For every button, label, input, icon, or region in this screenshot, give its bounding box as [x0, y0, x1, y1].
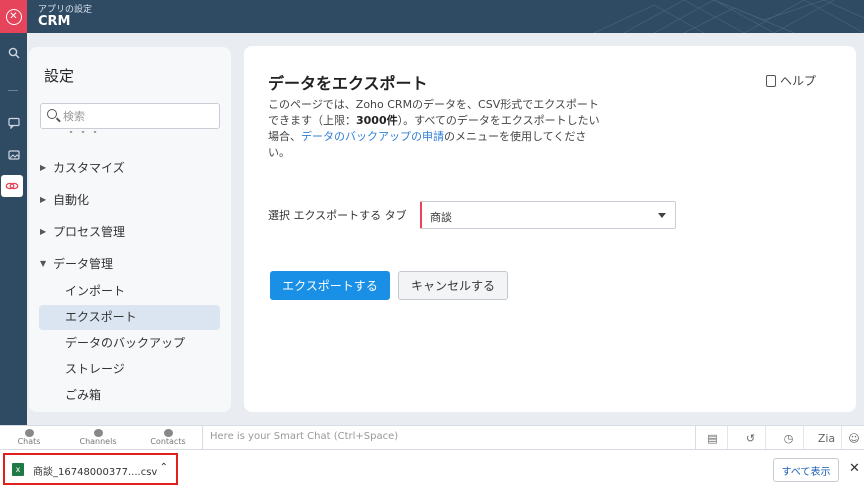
- smart-chat-input[interactable]: Here is your Smart Chat (Ctrl+Space): [202, 426, 696, 450]
- notes-icon[interactable]: ▤: [698, 426, 728, 450]
- channels-icon: [93, 429, 103, 437]
- sidebar-item-label: カスタマイズ: [53, 161, 125, 175]
- sidebar-subitem-import[interactable]: インポート: [39, 279, 220, 304]
- tab-select-value: 商談: [430, 211, 452, 224]
- sidebar-item-label: 自動化: [53, 193, 90, 207]
- export-panel: データをエクスポート ヘルプ このページでは、Zoho CRMのデータを、CSV…: [244, 46, 856, 412]
- show-all-downloads-button[interactable]: すべて表示: [773, 458, 839, 482]
- settings-search[interactable]: [40, 103, 220, 129]
- scrolled-item-fragment: ・・・: [65, 131, 105, 135]
- caret-right-icon: ▶: [40, 195, 47, 204]
- rail-divider: [8, 90, 18, 91]
- sidebar-item-label: データ管理: [53, 257, 114, 271]
- download-filename: 商談_16748000377....csv: [33, 467, 158, 478]
- chevron-down-icon: [658, 213, 666, 218]
- alarm-icon[interactable]: ◷: [774, 426, 804, 450]
- sidebar-item-label: プロセス管理: [53, 225, 126, 239]
- sidebar-item-data-management[interactable]: ▼ データ管理: [40, 255, 113, 272]
- chats-label: Chats: [17, 437, 41, 446]
- sidebar-subitem-storage[interactable]: ストレージ: [39, 357, 220, 382]
- sidebar-item-automation[interactable]: ▶ 自動化: [40, 191, 89, 208]
- sidebar-subitem-backup[interactable]: データのバックアップ: [39, 331, 220, 356]
- settings-search-input[interactable]: [63, 107, 213, 125]
- search-icon[interactable]: [0, 42, 27, 64]
- chats-icon: [24, 429, 34, 437]
- download-bar: x 商談_16748000377....csv ⌃ すべて表示 ✕: [0, 449, 864, 486]
- search-icon: [47, 109, 57, 119]
- link-icon[interactable]: [1, 175, 23, 197]
- export-button[interactable]: エクスポートする: [270, 271, 390, 300]
- settings-heading: 設定: [44, 67, 75, 85]
- download-item[interactable]: x 商談_16748000377....csv ⌃: [3, 453, 178, 485]
- chats-tab[interactable]: Chats: [14, 426, 44, 450]
- sidebar-item-process[interactable]: ▶ プロセス管理: [40, 223, 125, 240]
- backup-request-link[interactable]: データのバックアップの申請: [301, 130, 444, 143]
- help-doc-icon: [765, 74, 776, 87]
- page-title: データをエクスポート: [268, 74, 428, 93]
- chat-icon[interactable]: [0, 112, 27, 134]
- caret-right-icon: ▶: [40, 163, 47, 172]
- export-limit: 3000件: [356, 114, 398, 127]
- chevron-up-icon[interactable]: ⌃: [160, 462, 168, 473]
- zia-icon[interactable]: Zia: [812, 426, 842, 450]
- cancel-button[interactable]: キャンセルする: [398, 271, 508, 300]
- sidebar-item-customize[interactable]: ▶ カスタマイズ: [40, 159, 125, 176]
- channels-label: Channels: [79, 437, 117, 446]
- settings-sidebar: 設定 ・・・ ▶ カスタマイズ ▶ 自動化 ▶ プロセス管理 ▼ データ管理 イ…: [29, 47, 231, 412]
- image-icon[interactable]: [0, 144, 27, 166]
- history-icon[interactable]: ↺: [736, 426, 766, 450]
- contacts-icon: [163, 429, 173, 437]
- header-pattern: [593, 0, 864, 33]
- export-description: このページでは、Zoho CRMのデータを、CSV形式でエクスポートできます（上…: [268, 97, 608, 161]
- close-button[interactable]: ✕: [0, 0, 27, 33]
- left-rail: ✕: [0, 0, 27, 425]
- caret-down-icon: ▼: [40, 259, 47, 268]
- help-link[interactable]: ヘルプ: [765, 72, 816, 89]
- tab-select[interactable]: 商談: [420, 201, 676, 229]
- app-header: アプリの設定 CRM: [27, 0, 864, 33]
- contacts-label: Contacts: [150, 437, 186, 446]
- close-icon: ✕: [5, 8, 22, 25]
- channels-tab[interactable]: Channels: [78, 426, 118, 450]
- sidebar-subitem-export[interactable]: エクスポート: [39, 305, 220, 330]
- csv-file-icon: x: [12, 463, 24, 476]
- close-icon[interactable]: ✕: [849, 461, 860, 476]
- contacts-tab[interactable]: Contacts: [150, 426, 186, 450]
- bot-icon[interactable]: ☺: [844, 426, 864, 450]
- smart-chat-bar: Chats Channels Contacts Here is your Sma…: [0, 425, 864, 450]
- help-label: ヘルプ: [779, 74, 816, 88]
- header-title: CRM: [38, 14, 71, 29]
- tab-select-label: 選択 エクスポートする タブ: [268, 209, 407, 222]
- caret-right-icon: ▶: [40, 227, 47, 236]
- sidebar-subitem-trash[interactable]: ごみ箱: [39, 383, 220, 408]
